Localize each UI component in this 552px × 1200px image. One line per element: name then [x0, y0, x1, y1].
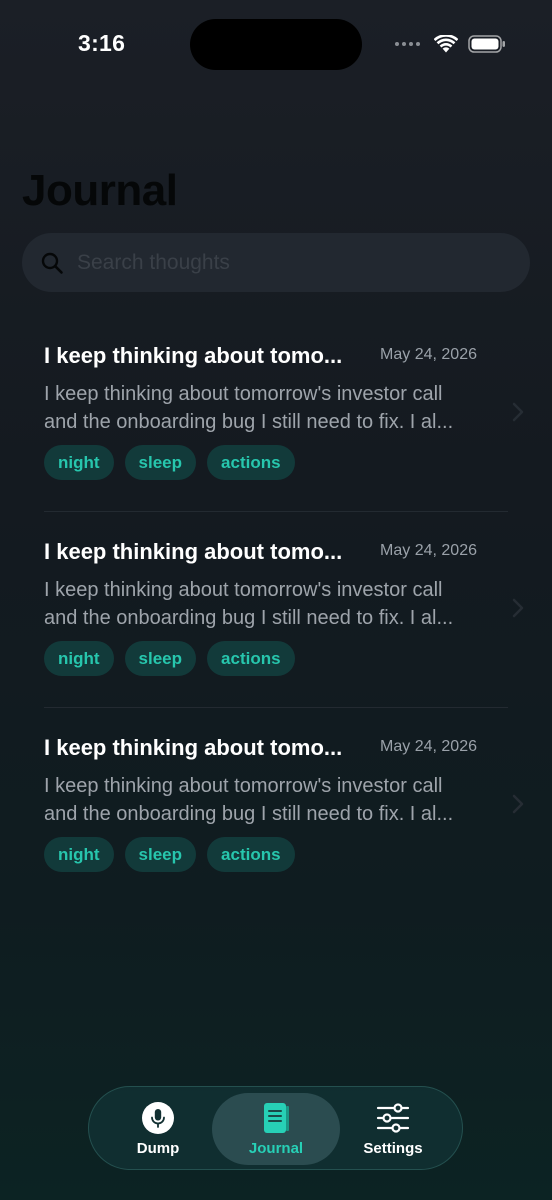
journal-entry[interactable]: I keep thinking about tomo... May 24, 20… — [22, 316, 530, 512]
cellular-signal-icon — [395, 42, 420, 46]
tab-label: Journal — [248, 1140, 304, 1157]
page-title: Journal — [22, 166, 178, 215]
journal-entry[interactable]: I keep thinking about tomo... May 24, 20… — [22, 512, 530, 708]
search-icon — [41, 252, 63, 274]
tag-chip[interactable]: night — [44, 837, 114, 872]
entry-date: May 24, 2026 — [380, 346, 477, 363]
entry-title: I keep thinking about tomo... — [44, 735, 343, 760]
chevron-right-icon — [512, 598, 524, 618]
battery-icon — [468, 35, 505, 53]
search-input[interactable] — [77, 233, 517, 292]
journal-entry[interactable]: I keep thinking about tomo... May 24, 20… — [22, 708, 530, 904]
status-bar: 3:16 — [0, 0, 552, 90]
tab-journal[interactable]: Journal — [212, 1093, 340, 1165]
tab-label: Settings — [363, 1140, 423, 1157]
microphone-icon — [141, 1101, 175, 1135]
entry-date: May 24, 2026 — [380, 738, 477, 755]
tag-chip[interactable]: actions — [207, 641, 295, 676]
tag-chip[interactable]: sleep — [124, 837, 197, 872]
sliders-icon — [376, 1101, 410, 1135]
entry-date: May 24, 2026 — [380, 542, 477, 559]
entry-tags: night sleep actions — [44, 837, 295, 872]
tag-chip[interactable]: night — [44, 445, 114, 480]
tag-chip[interactable]: sleep — [124, 641, 197, 676]
tag-chip[interactable]: sleep — [124, 445, 197, 480]
entry-preview: I keep thinking about tomorrow's investo… — [44, 775, 454, 825]
tab-label: Dump — [136, 1140, 180, 1157]
tab-bar: Dump Journal Settings — [88, 1086, 463, 1170]
chevron-right-icon — [512, 794, 524, 814]
status-time: 3:16 — [78, 30, 126, 56]
tab-dump[interactable]: Dump — [94, 1093, 222, 1165]
book-icon — [259, 1101, 293, 1135]
status-icons — [395, 34, 506, 54]
entry-tags: night sleep actions — [44, 445, 295, 480]
wifi-icon — [434, 35, 458, 53]
tag-chip[interactable]: actions — [207, 445, 295, 480]
entry-title: I keep thinking about tomo... — [44, 343, 343, 368]
tag-chip[interactable]: actions — [207, 837, 295, 872]
entry-tags: night sleep actions — [44, 641, 295, 676]
chevron-right-icon — [512, 402, 524, 422]
tab-settings[interactable]: Settings — [329, 1093, 457, 1165]
journal-entry-list: I keep thinking about tomo... May 24, 20… — [22, 316, 530, 904]
search-bar[interactable] — [22, 233, 530, 292]
entry-preview: I keep thinking about tomorrow's investo… — [44, 383, 454, 433]
entry-preview: I keep thinking about tomorrow's investo… — [44, 579, 454, 629]
dynamic-island — [190, 19, 362, 70]
entry-title: I keep thinking about tomo... — [44, 539, 343, 564]
tag-chip[interactable]: night — [44, 641, 114, 676]
